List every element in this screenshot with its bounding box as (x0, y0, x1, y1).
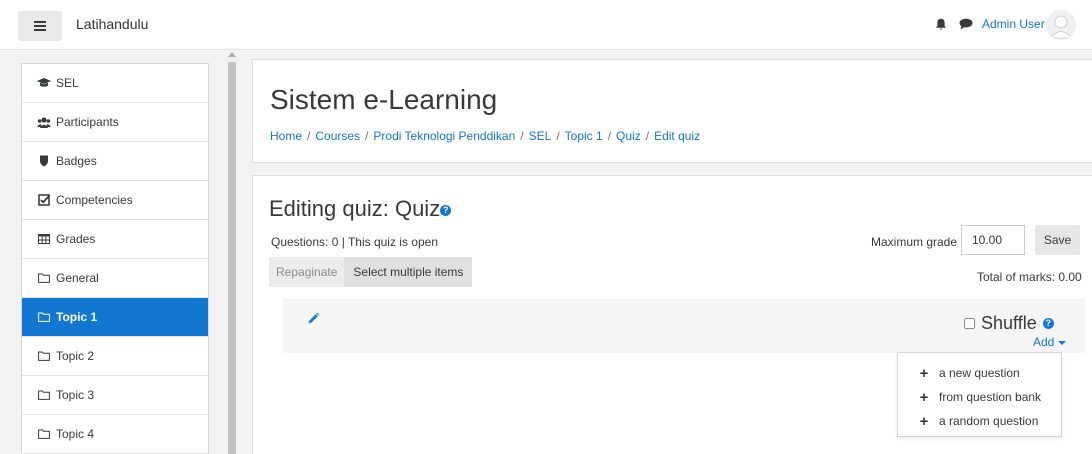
folder-icon (37, 389, 51, 401)
sidebar-item-label: Topic 1 (56, 310, 98, 324)
breadcrumb: Home / Courses / Prodi Teknologi Penddikan / S… (270, 129, 700, 143)
help-icon[interactable]: ? (440, 204, 452, 216)
total-marks-text: Total of marks: 0.00 (977, 270, 1082, 284)
max-grade-label: Maximum grade (871, 235, 958, 249)
sidebar-item-topic-2[interactable]: Topic 2 (22, 337, 208, 376)
avatar[interactable] (1046, 10, 1076, 40)
sidebar-item-topic-3[interactable]: Topic 3 (22, 376, 208, 415)
shuffle-label: Shuffle (981, 313, 1037, 333)
menu-item-random-question[interactable]: + a random question (898, 409, 1061, 433)
menu-toggle-button[interactable] (18, 11, 62, 41)
caret-down-icon (1058, 340, 1067, 345)
plus-icon: + (919, 364, 929, 382)
breadcrumb-separator: / (520, 129, 524, 143)
sidebar-item-label: Competencies (56, 193, 133, 207)
folder-icon (37, 311, 51, 323)
sidebar-item-label: General (56, 271, 99, 285)
breadcrumb-courses[interactable]: Courses (315, 129, 360, 143)
help-icon[interactable]: ? (1042, 318, 1054, 329)
site-brand[interactable]: Latihandulu (76, 16, 148, 32)
bell-icon[interactable] (935, 18, 947, 31)
quiz-action-buttons: Repaginate Select multiple items (269, 257, 473, 287)
folder-icon (37, 350, 51, 362)
breadcrumb-separator: / (607, 129, 612, 143)
sidebar-item-badges[interactable]: Badges (22, 142, 208, 181)
sidebar-item-participants[interactable]: Participants (22, 103, 208, 142)
breadcrumb-separator: / (365, 129, 369, 143)
checkbox-icon (37, 194, 51, 206)
sidebar-item-label: SEL (56, 76, 79, 90)
sidebar-item-label: Topic 2 (56, 349, 95, 363)
sidebar-item-label: Grades (56, 232, 96, 246)
breadcrumb-separator: / (556, 129, 560, 143)
sidebar-scrollbar[interactable] (226, 50, 238, 454)
graduation-cap-icon (37, 77, 51, 89)
sidebar-item-label: Topic 4 (56, 427, 95, 441)
breadcrumb-home[interactable]: Home (270, 129, 302, 143)
pencil-edit-icon[interactable] (308, 313, 319, 324)
sidebar-item-grades[interactable]: Grades (22, 220, 208, 259)
folder-icon (37, 428, 51, 440)
add-label: Add (1033, 335, 1055, 349)
breadcrumb-quiz[interactable]: Quiz (616, 129, 641, 143)
page-header: Sistem e-Learning Home / Courses / Prodi Tek… (252, 59, 1092, 163)
course-nav-drawer: SEL Participants Badges Competencies Gra… (21, 63, 209, 454)
sidebar-item-competencies[interactable]: Competencies (22, 181, 208, 220)
select-multiple-button[interactable]: Select multiple items (344, 257, 473, 287)
sidebar-item-sel[interactable]: SEL (22, 64, 208, 103)
menu-item-question-bank[interactable]: + from question bank (898, 385, 1061, 409)
scroll-up-arrow-icon[interactable] (228, 52, 236, 57)
sidebar-item-label: Topic 3 (56, 388, 95, 402)
sidebar-item-label: Badges (56, 154, 97, 168)
plus-icon: + (919, 412, 929, 430)
breadcrumb-course[interactable]: SEL (529, 129, 552, 143)
repaginate-button[interactable]: Repaginate (269, 257, 345, 287)
chat-icon[interactable] (959, 18, 973, 30)
grid-icon (37, 233, 51, 245)
quiz-status-info: Questions: 0 | This quiz is open (271, 235, 438, 249)
folder-icon (37, 272, 51, 284)
edit-quiz-title: Editing quiz: Quiz (269, 196, 441, 221)
add-menu-toggle[interactable]: Add (1033, 335, 1067, 349)
menu-item-label: from question bank (939, 390, 1042, 404)
users-icon (37, 116, 51, 128)
breadcrumb-separator: / (307, 129, 311, 143)
scrollbar-thumb[interactable] (228, 62, 236, 454)
menu-item-label: a new question (939, 366, 1020, 380)
sidebar-item-topic-4[interactable]: Topic 4 (22, 415, 208, 454)
sidebar-item-general[interactable]: General (22, 259, 208, 298)
save-button[interactable]: Save (1035, 225, 1080, 255)
add-dropdown-menu: + a new question + from question bank + … (897, 352, 1062, 437)
breadcrumb-edit-quiz[interactable]: Edit quiz (654, 129, 700, 143)
page-title: Sistem e-Learning (270, 84, 498, 115)
quiz-section: Shuffle ? Add (283, 299, 1085, 353)
breadcrumb-separator: / (645, 129, 650, 143)
plus-icon: + (919, 388, 929, 406)
menu-icon (34, 21, 46, 31)
sidebar-item-topic-1[interactable]: Topic 1 (22, 298, 208, 337)
breadcrumb-topic[interactable]: Topic 1 (565, 129, 603, 143)
max-grade-input[interactable]: 10.00 (961, 225, 1025, 255)
breadcrumb-category[interactable]: Prodi Teknologi Penddikan (373, 129, 515, 143)
shuffle-checkbox[interactable] (964, 318, 975, 329)
menu-item-label: a random question (939, 414, 1039, 428)
sidebar-item-label: Participants (56, 115, 119, 129)
edit-quiz-heading: Editing quiz: Quiz? (269, 196, 452, 222)
top-navbar: Latihandulu Admin User (0, 0, 1092, 50)
user-avatar-icon (1046, 10, 1076, 40)
badge-shield-icon (37, 155, 51, 167)
user-name-link[interactable]: Admin User (982, 17, 1045, 31)
shuffle-control: Shuffle ? (964, 313, 1054, 334)
menu-item-new-question[interactable]: + a new question (898, 361, 1061, 385)
